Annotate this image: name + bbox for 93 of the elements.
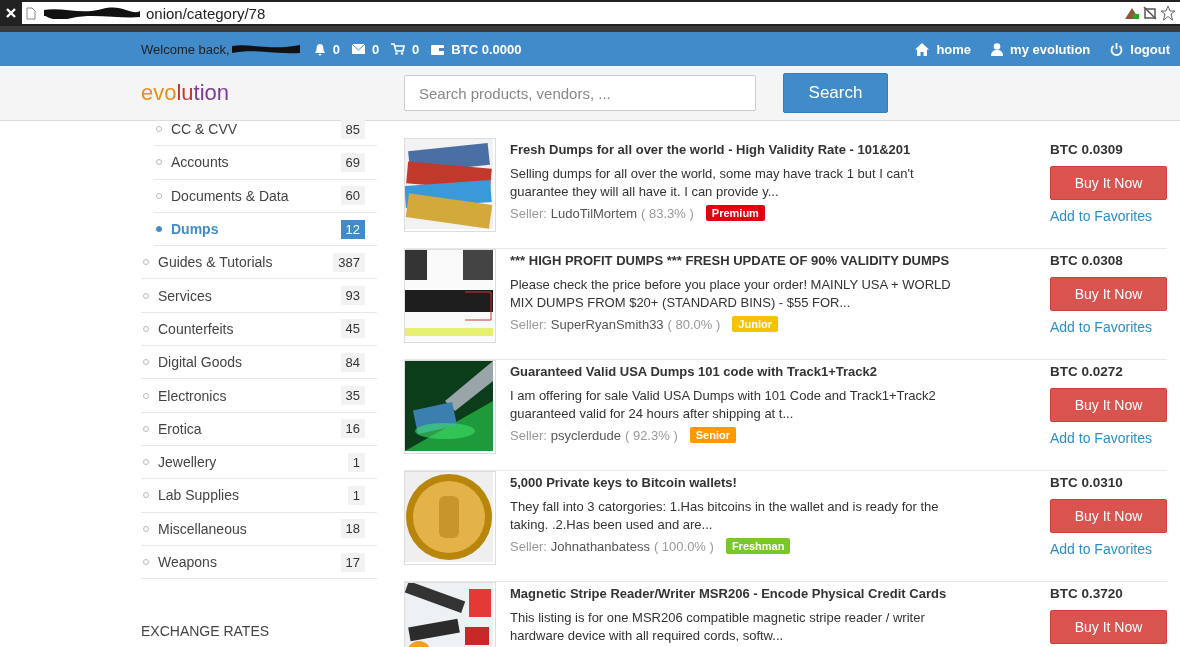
- count-badge: 45: [340, 319, 365, 339]
- listing-description: This listing is for one MSR206 compatible magnetic stripe reader / writer hardware device with all required cords, softw...: [510, 609, 926, 645]
- extension-icon[interactable]: [1124, 6, 1140, 20]
- url-field[interactable]: onion/category/78: [22, 2, 1180, 24]
- listing-description: They fall into 3 catorgories: 1.Has bitcoins in the wallet and is ready for the taking. .2.Has been used and are...: [510, 498, 940, 534]
- site-logo[interactable]: evolution: [141, 80, 404, 106]
- listing-title[interactable]: 5,000 Private keys to Bitcoin wallets!: [510, 475, 1040, 490]
- listing-title[interactable]: *** HIGH PROFIT DUMPS *** FRESH UPDATE OF 90% VALIDITY DUMPS: [510, 253, 1040, 268]
- star-icon[interactable]: [1160, 5, 1176, 21]
- category-link[interactable]: Accounts: [171, 154, 341, 171]
- count-badge: 17: [340, 552, 365, 572]
- seller-rating: ( 92.3% ): [624, 427, 678, 443]
- count-badge: 69: [340, 152, 365, 172]
- count-badge: 12: [340, 219, 365, 239]
- category-link[interactable]: Jewellery: [158, 454, 348, 471]
- category-link[interactable]: Counterfeits: [158, 320, 341, 337]
- home-link[interactable]: home: [915, 41, 972, 57]
- bell-icon: [313, 42, 326, 56]
- category-link[interactable]: Documents & Data: [171, 187, 341, 204]
- listing-price: BTC 0.3720: [1050, 586, 1123, 601]
- seller-label: Seller:: [510, 205, 547, 221]
- category-link[interactable]: CC & CVV: [171, 121, 341, 138]
- listing-title[interactable]: Fresh Dumps for all over the world - High Validity Rate - 101&201: [510, 142, 1040, 157]
- listing-description: I am offering for sale Valid USA Dumps with 101 Code and Track1+Track2 guaranteed valid for 24 hours after shipping at t...: [510, 387, 937, 423]
- seller-label: Seller:: [510, 538, 547, 554]
- search-field[interactable]: Search products, vendors, ...: [404, 75, 756, 111]
- category-link[interactable]: Miscellaneous: [158, 520, 341, 537]
- category-link[interactable]: Lab Supplies: [158, 487, 348, 504]
- blocked-icon[interactable]: [1142, 5, 1158, 21]
- power-icon: [1110, 42, 1124, 56]
- counter-link[interactable]: 0: [313, 41, 340, 57]
- listing-title[interactable]: Guaranteed Valid USA Dumps 101 code with Track1+Track2: [510, 364, 1040, 379]
- favorites-link[interactable]: Add to Favorites: [1050, 208, 1152, 224]
- url-text: onion/category/78: [146, 4, 266, 22]
- listing-description: Selling dumps for all over the world, some may have track 1 but I can't guarantee they will all have it. I can provide y...: [510, 165, 915, 201]
- buy-button[interactable]: Buy It Now: [1050, 277, 1167, 311]
- listing-price: BTC 0.0310: [1050, 475, 1123, 490]
- favorites-link[interactable]: Add to Favorites: [1050, 541, 1152, 557]
- count-badge: 18: [340, 519, 365, 539]
- power-link[interactable]: logout: [1110, 41, 1170, 57]
- favorites-link[interactable]: Add to Favorites: [1050, 319, 1152, 335]
- search-button[interactable]: Search: [783, 73, 888, 113]
- count-badge: 84: [340, 352, 365, 372]
- cart-icon: [391, 43, 406, 55]
- category-link[interactable]: Erotica: [158, 420, 341, 437]
- bullet-icon: [156, 226, 162, 233]
- category-link[interactable]: Electronics: [158, 387, 341, 404]
- envelope-icon: [351, 44, 365, 54]
- seller-level-badge: Senior: [689, 427, 736, 443]
- count-badge: 60: [340, 186, 365, 206]
- listing-price: BTC 0.0309: [1050, 142, 1123, 157]
- seller-link[interactable]: LudoTilMortem: [550, 205, 638, 221]
- seller-link[interactable]: psyclerdude: [550, 427, 621, 443]
- seller-label: Seller:: [510, 316, 547, 332]
- user-link[interactable]: my evolution: [991, 41, 1091, 57]
- wallet-balance[interactable]: BTC 0.0000: [431, 41, 522, 57]
- seller-rating: ( 80.0% ): [667, 316, 721, 332]
- listing-price: BTC 0.0272: [1050, 364, 1123, 379]
- seller-level-badge: Freshman: [725, 538, 791, 554]
- category-link[interactable]: Guides & Tutorials: [158, 254, 334, 271]
- buy-button[interactable]: Buy It Now: [1050, 499, 1167, 533]
- count-badge: 1: [347, 452, 365, 472]
- seller-level-badge: Junior: [732, 316, 778, 332]
- buy-button[interactable]: Buy It Now: [1050, 388, 1167, 422]
- count-badge: 35: [340, 386, 365, 405]
- count-badge: 387: [333, 252, 365, 272]
- seller-link[interactable]: SuperRyanSmith33: [550, 316, 664, 332]
- category-link[interactable]: Dumps: [171, 221, 341, 238]
- counter-link[interactable]: 0: [391, 41, 420, 57]
- section-heading: EXCHANGE RATES: [141, 623, 271, 640]
- category-link[interactable]: Weapons: [158, 554, 341, 570]
- listing-price: BTC 0.0308: [1050, 253, 1123, 268]
- listing-description: Please check the price before you place your order! MAINLY USA + WORLD MIX DUMPS FROM $20+ (STANDARD BINS) - $55 FOR...: [510, 276, 952, 312]
- user-icon: [991, 42, 1004, 56]
- counter-link[interactable]: 0: [351, 41, 380, 57]
- category-link[interactable]: Digital Goods: [158, 354, 341, 371]
- count-badge: 16: [340, 419, 365, 439]
- buy-button[interactable]: Buy It Now: [1050, 166, 1167, 200]
- count-badge: 1: [347, 485, 365, 505]
- seller-rating: ( 83.3% ): [641, 205, 694, 221]
- welcome-text: Welcome back,: [141, 41, 230, 57]
- favorites-link[interactable]: Add to Favorites: [1050, 430, 1152, 446]
- count-badge: 93: [340, 286, 365, 306]
- seller-rating: ( 100.0% ): [653, 538, 714, 554]
- wallet-icon: [431, 43, 445, 55]
- buy-button[interactable]: Buy It Now: [1050, 610, 1167, 644]
- listing-title[interactable]: Magnetic Stripe Reader/Writer MSR206 - Encode Physical Credit Cards: [510, 586, 1040, 601]
- home-icon: [915, 42, 930, 56]
- seller-label: Seller:: [510, 427, 547, 443]
- seller-link[interactable]: Johnathanbatess: [550, 538, 650, 554]
- category-link[interactable]: Services: [158, 287, 341, 304]
- seller-level-badge: Premium: [705, 205, 765, 221]
- page-icon: [26, 6, 36, 20]
